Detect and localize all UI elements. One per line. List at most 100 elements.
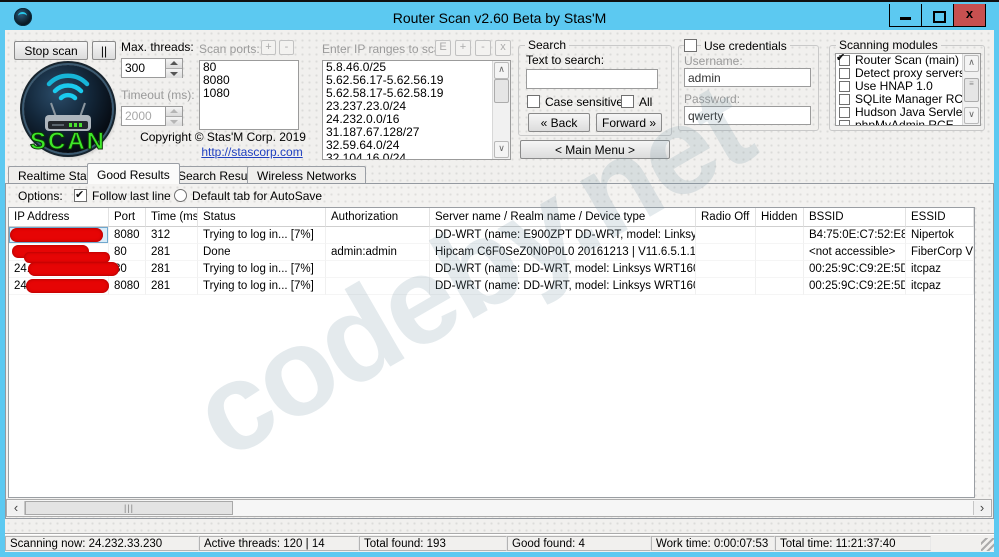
spin-up-icon[interactable] xyxy=(170,61,178,65)
ip-edit-button[interactable]: E xyxy=(435,40,451,56)
scroll-down-icon[interactable]: ∨ xyxy=(964,107,979,124)
col-status[interactable]: Status xyxy=(198,208,326,227)
cell-port[interactable]: 8080 xyxy=(109,278,146,295)
horizontal-scrollbar[interactable]: ‹ ||| › xyxy=(6,499,992,517)
search-forward-button[interactable]: Forward » xyxy=(596,113,662,132)
cell-port[interactable]: 8080 xyxy=(109,227,146,244)
ip-range-item[interactable]: 32.104.16.0/24 xyxy=(323,152,510,160)
cell-status[interactable]: Trying to log in... [7%] xyxy=(198,278,326,295)
cell-hidden[interactable] xyxy=(756,278,804,295)
cell-bssid[interactable]: <not accessible> xyxy=(804,244,906,261)
stop-scan-button[interactable]: Stop scan xyxy=(14,41,88,60)
ports-listbox[interactable]: 80 8080 1080 xyxy=(199,60,299,130)
cell-time[interactable]: 281 xyxy=(146,261,198,278)
col-time[interactable]: Time (ms) xyxy=(146,208,198,227)
ip-add-button[interactable]: + xyxy=(455,40,471,56)
cell-radio-off[interactable] xyxy=(696,244,756,261)
cell-time[interactable]: 281 xyxy=(146,278,198,295)
case-sensitive-checkbox[interactable] xyxy=(527,95,540,108)
password-field[interactable] xyxy=(684,106,811,125)
search-input[interactable] xyxy=(526,69,658,89)
cell-radio-off[interactable] xyxy=(696,261,756,278)
cell-hidden[interactable] xyxy=(756,244,804,261)
ip-list-scrollbar[interactable]: ∧ ∨ xyxy=(492,61,510,159)
cell-status[interactable]: Trying to log in... [7%] xyxy=(198,261,326,278)
scrollbar-thumb[interactable]: ||| xyxy=(25,501,233,515)
maximize-button[interactable] xyxy=(921,4,953,26)
module-checkbox[interactable] xyxy=(839,94,850,105)
cell-essid[interactable]: itcpaz xyxy=(906,261,974,278)
title-bar[interactable]: Router Scan v2.60 Beta by Stas'M x xyxy=(0,4,999,30)
cell-auth[interactable] xyxy=(326,278,430,295)
results-table[interactable]: IP Address Port Time (ms) Status Authori… xyxy=(8,207,975,498)
cell-status[interactable]: Trying to log in... [7%] xyxy=(198,227,326,244)
col-server-name[interactable]: Server name / Realm name / Device type xyxy=(430,208,696,227)
scrollbar-thumb[interactable]: ≡ xyxy=(964,78,979,102)
table-row[interactable]: 24.2 80 281 Trying to log in... [7%] DD-… xyxy=(9,261,974,278)
modules-listbox[interactable]: Router Scan (main) Detect proxy servers … xyxy=(835,53,981,126)
table-header[interactable]: IP Address Port Time (ms) Status Authori… xyxy=(9,208,974,227)
scroll-up-icon[interactable]: ∧ xyxy=(494,62,509,79)
module-checkbox[interactable] xyxy=(839,107,850,118)
table-row[interactable]: 8080 312 Trying to log in... [7%] DD-WRT… xyxy=(9,227,974,244)
timeout-stepper[interactable]: 2000 xyxy=(121,106,183,126)
cell-auth[interactable]: admin:admin xyxy=(326,244,430,261)
port-item[interactable]: 1080 xyxy=(200,87,298,100)
port-add-button[interactable]: + xyxy=(261,40,276,55)
max-threads-arrows[interactable] xyxy=(165,59,182,78)
cell-essid[interactable]: Nipertok xyxy=(906,227,974,244)
table-row[interactable]: 24.2 8080 281 Trying to log in... [7%] D… xyxy=(9,278,974,295)
cell-radio-off[interactable] xyxy=(696,278,756,295)
col-port[interactable]: Port xyxy=(109,208,146,227)
cell-bssid[interactable]: 00:25:9C:C9:2E:5D xyxy=(804,261,906,278)
scroll-left-icon[interactable]: ‹ xyxy=(8,501,25,515)
table-row[interactable]: 80 281 Done admin:admin Hipcam C6F0SeZ0N… xyxy=(9,244,974,261)
cell-bssid[interactable]: B4:75:0E:C7:52:E8 xyxy=(804,227,906,244)
scroll-down-icon[interactable]: ∨ xyxy=(494,141,509,158)
cell-port[interactable]: 80 xyxy=(109,244,146,261)
max-threads-stepper[interactable]: 300 xyxy=(121,58,183,78)
tab-good-results[interactable]: Good Results xyxy=(87,163,180,184)
resize-grip[interactable] xyxy=(981,538,994,551)
use-credentials-checkbox[interactable] xyxy=(684,39,697,52)
minimize-button[interactable] xyxy=(890,4,921,26)
main-menu-button[interactable]: < Main Menu > xyxy=(520,140,670,159)
cell-hidden[interactable] xyxy=(756,227,804,244)
module-checkbox[interactable] xyxy=(839,81,850,92)
cell-essid[interactable]: itcpaz xyxy=(906,278,974,295)
all-checkbox[interactable] xyxy=(621,95,634,108)
cell-bssid[interactable]: 00:25:9C:C9:2E:5D xyxy=(804,278,906,295)
username-field[interactable] xyxy=(684,68,811,87)
col-ip-address[interactable]: IP Address xyxy=(9,208,109,227)
cell-auth[interactable] xyxy=(326,227,430,244)
col-essid[interactable]: ESSID xyxy=(906,208,974,227)
module-item[interactable]: phpMyAdmin RCE xyxy=(836,119,980,125)
pause-button[interactable]: || xyxy=(92,41,116,60)
follow-last-line-checkbox[interactable] xyxy=(74,188,87,202)
cell-status[interactable]: Done xyxy=(198,244,326,261)
scrollbar-thumb[interactable] xyxy=(494,79,509,103)
website-link[interactable]: http://stascorp.com xyxy=(197,145,307,159)
cell-server[interactable]: DD-WRT (name: DD-WRT, model: Linksys WRT… xyxy=(430,261,696,278)
cell-time[interactable]: 312 xyxy=(146,227,198,244)
port-remove-button[interactable]: - xyxy=(279,40,294,55)
modules-scrollbar[interactable]: ∧ ≡ ∨ xyxy=(962,54,980,125)
default-tab-radio[interactable] xyxy=(174,189,187,202)
col-bssid[interactable]: BSSID xyxy=(804,208,906,227)
search-back-button[interactable]: « Back xyxy=(528,113,590,132)
module-checkbox[interactable] xyxy=(839,68,850,79)
cell-server[interactable]: Hipcam C6F0SeZ0N0P0L0 20161213 | V11.6.5… xyxy=(430,244,696,261)
col-hidden[interactable]: Hidden xyxy=(756,208,804,227)
tab-wireless-networks[interactable]: Wireless Networks xyxy=(247,166,367,184)
cell-auth[interactable] xyxy=(326,261,430,278)
cell-time[interactable]: 281 xyxy=(146,244,198,261)
cell-hidden[interactable] xyxy=(756,261,804,278)
spin-down-icon[interactable] xyxy=(170,72,178,76)
scroll-up-icon[interactable]: ∧ xyxy=(964,55,979,72)
col-radio-off[interactable]: Radio Off xyxy=(696,208,756,227)
cell-server[interactable]: DD-WRT (name: E900ZPT DD-WRT, model: Lin… xyxy=(430,227,696,244)
ip-remove-button[interactable]: - xyxy=(475,40,491,56)
close-button[interactable]: x xyxy=(953,4,985,26)
module-checkbox[interactable] xyxy=(839,120,850,125)
scroll-right-icon[interactable]: › xyxy=(973,501,990,515)
